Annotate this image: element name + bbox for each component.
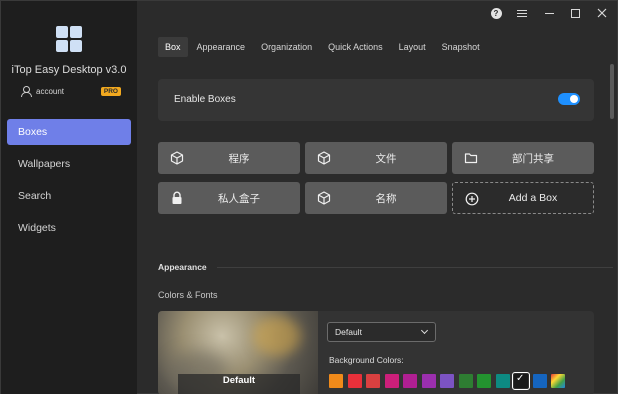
- account-label: account: [36, 86, 65, 96]
- color-swatch[interactable]: [403, 374, 417, 388]
- enable-boxes-toggle[interactable]: [558, 93, 580, 105]
- color-swatch[interactable]: [477, 374, 491, 388]
- background-colors-label: Background Colors:: [329, 355, 404, 365]
- tab-layout[interactable]: Layout: [392, 37, 433, 57]
- cube-icon: [317, 151, 331, 165]
- appearance-card: Default Default Background Colors:: [158, 311, 594, 394]
- help-icon: ?: [490, 7, 502, 19]
- color-swatch[interactable]: [532, 374, 547, 388]
- chevron-down-icon: [420, 326, 429, 335]
- tab-appearance[interactable]: Appearance: [190, 37, 253, 57]
- color-swatch[interactable]: [458, 374, 473, 388]
- appearance-section-title: Appearance: [158, 262, 207, 272]
- section-divider: [217, 267, 613, 268]
- minimize-button[interactable]: [541, 5, 557, 21]
- color-swatch-selected[interactable]: [512, 372, 530, 390]
- add-box-button[interactable]: Add a Box: [452, 182, 594, 214]
- tab-quick-actions[interactable]: Quick Actions: [321, 37, 390, 57]
- tab-organization[interactable]: Organization: [254, 37, 319, 57]
- maximize-icon: [570, 8, 580, 18]
- tab-snapshot[interactable]: Snapshot: [435, 37, 487, 57]
- help-button[interactable]: ?: [488, 5, 504, 21]
- maximize-button[interactable]: [567, 5, 583, 21]
- hamburger-menu-icon: [517, 8, 527, 19]
- app-window: iTop Easy Desktop v3.0 account PRO Boxes…: [0, 0, 618, 394]
- close-button[interactable]: [594, 5, 610, 21]
- color-swatch[interactable]: [421, 374, 436, 388]
- cube-icon: [317, 191, 331, 205]
- sidebar-nav: Boxes Wallpapers Search Widgets: [7, 119, 131, 247]
- sidebar-item-widgets[interactable]: Widgets: [7, 215, 131, 241]
- menu-button[interactable]: [514, 5, 530, 21]
- settings-tabs: Box Appearance Organization Quick Action…: [158, 37, 489, 57]
- app-logo-icon: [55, 25, 83, 53]
- color-swatch[interactable]: [347, 374, 362, 388]
- color-swatch[interactable]: [440, 374, 454, 388]
- box-button-private[interactable]: 私人盒子: [158, 182, 300, 214]
- pro-badge: PRO: [100, 86, 121, 96]
- close-icon: [597, 8, 607, 18]
- box-button-programs[interactable]: 程序: [158, 142, 300, 174]
- theme-select-value: Default: [335, 327, 362, 337]
- plus-circle-icon: [465, 192, 479, 206]
- theme-preview-image[interactable]: Default: [158, 311, 318, 394]
- sidebar-item-search[interactable]: Search: [7, 183, 131, 209]
- color-swatch[interactable]: [384, 374, 399, 388]
- scrollbar-thumb[interactable]: [610, 64, 614, 119]
- minimize-icon: [544, 12, 554, 14]
- color-swatch[interactable]: [495, 374, 510, 388]
- color-swatch[interactable]: [329, 374, 343, 388]
- sidebar-item-boxes[interactable]: Boxes: [7, 119, 131, 145]
- enable-boxes-label: Enable Boxes: [174, 94, 236, 105]
- colors-fonts-label: Colors & Fonts: [158, 290, 218, 300]
- enable-boxes-card: Enable Boxes: [158, 79, 594, 121]
- sidebar: iTop Easy Desktop v3.0 account PRO Boxes…: [1, 1, 137, 394]
- background-color-swatches: [329, 372, 570, 390]
- cube-icon: [170, 151, 184, 165]
- box-button-files[interactable]: 文件: [305, 142, 447, 174]
- account-row[interactable]: account PRO: [21, 84, 121, 98]
- theme-select[interactable]: Default: [327, 322, 436, 342]
- preview-label: Default: [222, 375, 256, 386]
- box-button-department-share[interactable]: 部门共享: [452, 142, 594, 174]
- color-swatch[interactable]: [366, 374, 380, 388]
- user-icon: [21, 86, 32, 97]
- app-title: iTop Easy Desktop v3.0: [11, 64, 127, 76]
- folder-icon: [464, 153, 478, 164]
- box-button-name[interactable]: 名称: [305, 182, 447, 214]
- lock-icon: [172, 191, 182, 204]
- color-swatch-custom[interactable]: [551, 374, 565, 388]
- tab-box[interactable]: Box: [158, 37, 188, 57]
- sidebar-item-wallpapers[interactable]: Wallpapers: [7, 151, 131, 177]
